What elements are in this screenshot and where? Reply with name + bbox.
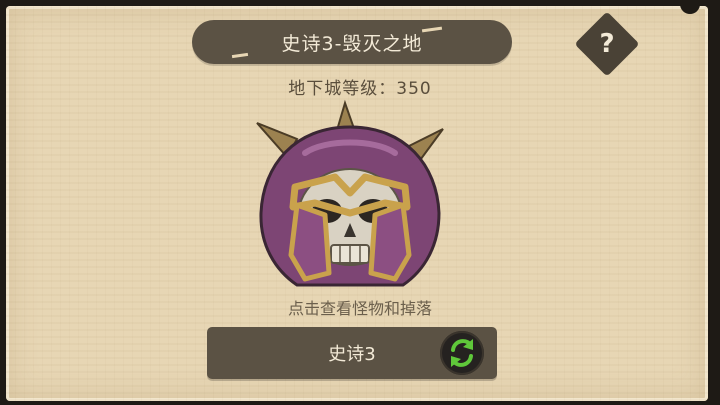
difficulty-label: 史诗3 (328, 344, 376, 365)
skull-helmet-icon[interactable] (235, 95, 465, 300)
cheek-guard (288, 202, 332, 282)
dungeon-title: 史诗3-毁灭之地 (281, 32, 423, 55)
banner-crack (421, 26, 443, 33)
monster-drop-hint[interactable]: 点击查看怪物和掉落 (0, 295, 720, 319)
refresh-arrows-icon[interactable] (440, 331, 484, 375)
title-banner: 史诗3-毁灭之地 (192, 20, 512, 64)
cheek-guard (368, 202, 412, 282)
banner-crack (231, 52, 249, 59)
